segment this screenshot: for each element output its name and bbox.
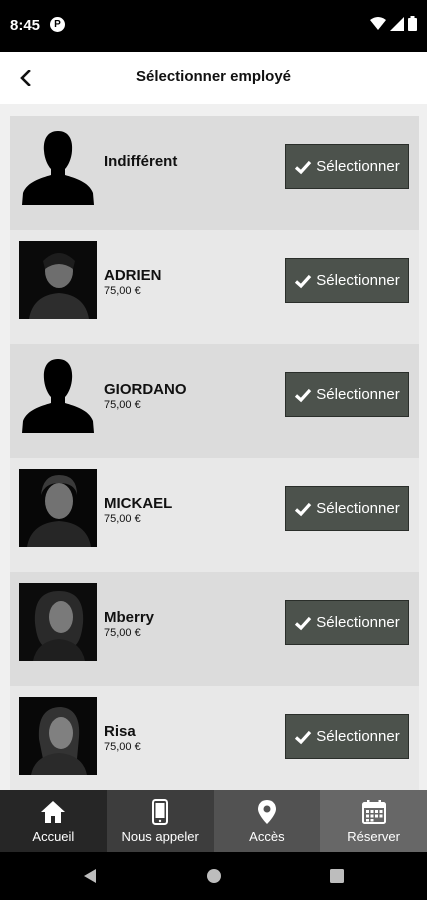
employee-price: 75,00 € bbox=[104, 513, 141, 525]
check-icon bbox=[295, 274, 312, 288]
select-button-label: Sélectionner bbox=[316, 158, 400, 175]
bottom-nav: Accueil Nous appeler Accès Réserver bbox=[0, 790, 427, 852]
select-button[interactable]: Sélectionner bbox=[285, 486, 409, 531]
status-time: 8:45 bbox=[10, 17, 41, 34]
select-button-label: Sélectionner bbox=[316, 728, 400, 745]
employee-name: MICKAEL bbox=[104, 495, 173, 512]
avatar-silhouette bbox=[19, 355, 97, 433]
avatar-silhouette bbox=[19, 127, 97, 205]
avatar-photo bbox=[19, 469, 97, 547]
nav-label: Réserver bbox=[347, 828, 400, 844]
employee-name: Mberry bbox=[104, 609, 155, 626]
employee-name: Risa bbox=[104, 723, 136, 740]
page-title: Sélectionner employé bbox=[135, 68, 292, 85]
nav-item-acces[interactable]: Accès bbox=[213, 790, 321, 852]
phone-icon bbox=[152, 798, 169, 825]
select-button-label: Sélectionner bbox=[316, 500, 400, 517]
select-button[interactable]: Sélectionner bbox=[285, 258, 409, 303]
nav-label: Accès bbox=[249, 828, 285, 844]
person-silhouette-icon bbox=[22, 359, 94, 433]
avatar-photo bbox=[19, 583, 97, 661]
employee-list: Indifférent Sélectionner ADRIEN 75,00 € … bbox=[0, 104, 427, 790]
portrait-photo bbox=[19, 469, 97, 547]
select-button-label: Sélectionner bbox=[316, 614, 400, 631]
select-button-label: Sélectionner bbox=[316, 386, 400, 403]
check-icon bbox=[295, 730, 312, 744]
home-circle-icon[interactable] bbox=[206, 868, 222, 884]
select-button[interactable]: Sélectionner bbox=[285, 372, 409, 417]
employee-price: 75,00 € bbox=[104, 285, 141, 297]
portrait-photo bbox=[19, 241, 97, 319]
check-icon bbox=[295, 388, 312, 402]
check-icon bbox=[295, 160, 312, 174]
app-header: Sélectionner employé bbox=[0, 52, 427, 104]
wifi-icon bbox=[370, 16, 386, 30]
select-button[interactable]: Sélectionner bbox=[285, 714, 409, 759]
avatar-photo bbox=[19, 697, 97, 775]
employee-name: Indifférent bbox=[104, 153, 178, 170]
select-button-label: Sélectionner bbox=[316, 272, 400, 289]
calendar-icon bbox=[361, 799, 386, 824]
system-nav-bar bbox=[0, 852, 427, 900]
nav-item-nous-appeler[interactable]: Nous appeler bbox=[106, 790, 214, 852]
employee-row: ADRIEN 75,00 € Sélectionner bbox=[10, 230, 419, 344]
home-icon bbox=[41, 800, 66, 823]
employee-price: 75,00 € bbox=[104, 627, 141, 639]
check-icon bbox=[295, 502, 312, 516]
signal-icon bbox=[390, 16, 404, 31]
employee-row: MICKAEL 75,00 € Sélectionner bbox=[10, 458, 419, 572]
person-silhouette-icon bbox=[22, 131, 94, 205]
employee-price: 75,00 € bbox=[104, 741, 141, 753]
employee-name: ADRIEN bbox=[104, 267, 162, 284]
employee-price: 75,00 € bbox=[104, 399, 141, 411]
battery-icon bbox=[408, 16, 417, 31]
back-triangle-icon[interactable] bbox=[82, 868, 98, 884]
notification-app-icon: P bbox=[50, 17, 65, 32]
status-bar: 8:45 P bbox=[0, 0, 427, 52]
employee-row: Mberry 75,00 € Sélectionner bbox=[10, 572, 419, 686]
recents-square-icon[interactable] bbox=[329, 868, 345, 884]
nav-label: Accueil bbox=[32, 828, 75, 844]
select-button[interactable]: Sélectionner bbox=[285, 144, 409, 189]
portrait-photo bbox=[19, 583, 97, 661]
employee-name: GIORDANO bbox=[104, 381, 187, 398]
employee-row: GIORDANO 75,00 € Sélectionner bbox=[10, 344, 419, 458]
nav-item-reserver[interactable]: Réserver bbox=[320, 790, 427, 852]
nav-label: Nous appeler bbox=[121, 828, 199, 844]
portrait-photo bbox=[19, 697, 97, 775]
employee-row: Indifférent Sélectionner bbox=[10, 116, 419, 230]
nav-item-accueil[interactable]: Accueil bbox=[0, 790, 107, 852]
select-button[interactable]: Sélectionner bbox=[285, 600, 409, 645]
status-icons bbox=[370, 16, 417, 31]
check-icon bbox=[295, 616, 312, 630]
employee-row: Risa 75,00 € Sélectionner bbox=[10, 686, 419, 790]
avatar-photo bbox=[19, 241, 97, 319]
map-pin-icon bbox=[257, 799, 276, 824]
